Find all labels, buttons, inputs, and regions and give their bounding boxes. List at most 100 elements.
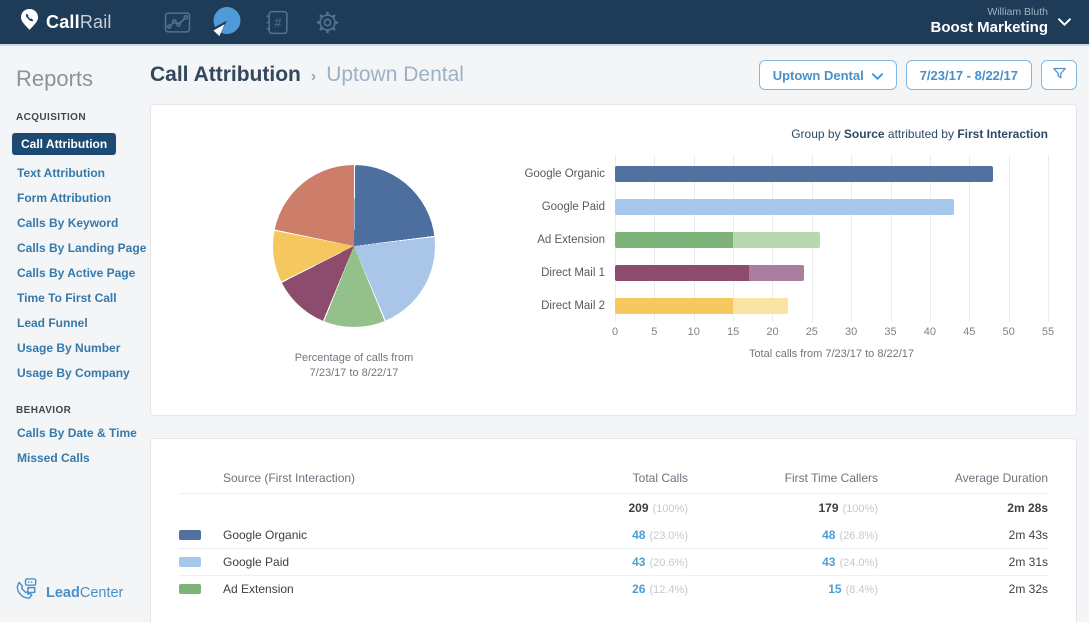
sidebar-item-text-attribution[interactable]: Text Attribution — [17, 166, 150, 180]
total-calls-link[interactable]: 48 — [632, 528, 645, 542]
x-axis-tick: 35 — [884, 326, 896, 338]
breadcrumb-separator: › — [311, 68, 316, 86]
col-header-source: Source (First Interaction) — [223, 471, 528, 485]
source-color-swatch — [179, 557, 201, 567]
bar-row-ad-extension[interactable] — [615, 223, 1048, 256]
bar-row-direct-mail-1[interactable] — [615, 256, 1048, 289]
toolbar: Uptown Dental 7/23/17 - 8/22/17 — [759, 60, 1077, 90]
bar-segment-first-time — [615, 265, 749, 281]
totals-total-calls: 209 — [629, 501, 649, 515]
sidebar-item-calls-by-active-page[interactable]: Calls By Active Page — [17, 266, 150, 280]
source-name: Google Organic — [223, 528, 528, 542]
table-row: Google Organic48(23.0%)48(26.8%)2m 43s — [179, 521, 1048, 548]
gridline — [1048, 155, 1049, 322]
bar-segment-additional — [733, 298, 788, 314]
sidebar-section-label: BEHAVIOR — [16, 405, 150, 416]
first-time-callers-link[interactable]: 15 — [828, 582, 841, 596]
callrail-pin-icon — [20, 8, 39, 36]
sidebar-item-time-to-first-call[interactable]: Time To First Call — [17, 291, 150, 305]
sidebar-item-form-attribution[interactable]: Form Attribution — [17, 191, 150, 205]
bar-row-google-organic[interactable] — [615, 157, 1048, 190]
leadcenter-phone-icon — [13, 577, 40, 608]
user-name: William Bluth — [930, 6, 1048, 19]
x-axis: 0510152025303540455055 — [615, 326, 1048, 342]
bar-caption: Total calls from 7/23/17 to 8/22/17 — [615, 348, 1048, 360]
sidebar-item-calls-by-date-time[interactable]: Calls By Date & Time — [17, 426, 150, 440]
first-time-callers-link[interactable]: 48 — [822, 528, 835, 542]
avg-duration: 2m 43s — [878, 528, 1048, 542]
col-header-first-time: First Time Callers — [688, 471, 878, 485]
totals-first-time: 179 — [819, 501, 839, 515]
bar-category-label: Google Organic — [513, 157, 605, 190]
x-axis-tick: 15 — [727, 326, 739, 338]
first-time-callers-link[interactable]: 43 — [822, 555, 835, 569]
bar-category-label: Google Paid — [513, 190, 605, 223]
table-header-row: Source (First Interaction) Total Calls F… — [179, 463, 1048, 493]
tracking-numbers-icon[interactable]: # — [260, 5, 294, 39]
pie-report-icon-active[interactable] — [210, 5, 244, 39]
source-color-swatch — [179, 584, 201, 594]
bar-segment-first-time — [615, 232, 733, 248]
sidebar-item-missed-calls[interactable]: Missed Calls — [17, 451, 150, 465]
sidebar-item-lead-funnel[interactable]: Lead Funnel — [17, 316, 150, 330]
attribution-chart-card: Group by Source attributed by First Inte… — [150, 104, 1077, 416]
source-bar-chart: Google OrganicGoogle PaidAd ExtensionDir… — [513, 157, 1048, 360]
bar-category-label: Direct Mail 2 — [513, 289, 605, 322]
date-range-button[interactable]: 7/23/17 - 8/22/17 — [906, 60, 1032, 90]
account-menu[interactable]: William Bluth Boost Marketing — [930, 6, 1071, 38]
chevron-down-icon — [872, 68, 883, 83]
x-axis-tick: 45 — [963, 326, 975, 338]
bar-category-label: Direct Mail 1 — [513, 256, 605, 289]
sidebar-item-calls-by-landing-page[interactable]: Calls By Landing Page — [17, 241, 150, 255]
filter-funnel-icon — [1051, 65, 1068, 85]
top-navigation-bar: CallRail — [0, 0, 1089, 46]
x-axis-tick: 40 — [924, 326, 936, 338]
x-axis-tick: 20 — [766, 326, 778, 338]
chevron-down-icon — [1058, 13, 1071, 31]
table-row: Google Paid43(20.6%)43(24.0%)2m 31s — [179, 548, 1048, 575]
source-color-swatch — [179, 530, 201, 540]
breadcrumb-report-name[interactable]: Call Attribution — [150, 63, 301, 87]
x-axis-tick: 30 — [845, 326, 857, 338]
bar-segment-additional — [749, 265, 804, 281]
x-axis-tick: 0 — [612, 326, 618, 338]
totals-avg-duration: 2m 28s — [878, 501, 1048, 515]
breadcrumb: Call Attribution › Uptown Dental — [150, 63, 464, 87]
settings-gear-icon[interactable] — [310, 5, 344, 39]
col-header-total-calls: Total Calls — [528, 471, 688, 485]
callrail-logo[interactable]: CallRail — [20, 8, 152, 36]
groupby-summary: Group by Source attributed by First Inte… — [151, 105, 1076, 141]
primary-nav: # — [160, 5, 344, 39]
sidebar-item-usage-by-company[interactable]: Usage By Company — [17, 366, 150, 380]
svg-text:#: # — [274, 16, 281, 30]
bar-segment-first-time — [615, 166, 993, 182]
source-name: Google Paid — [223, 555, 528, 569]
sidebar-item-calls-by-keyword[interactable]: Calls By Keyword — [17, 216, 150, 230]
avg-duration: 2m 31s — [878, 555, 1048, 569]
reports-sidebar: Reports ACQUISITION Call Attribution Text … — [0, 46, 150, 620]
x-axis-tick: 5 — [651, 326, 657, 338]
source-pie-chart[interactable] — [273, 165, 435, 327]
filter-button[interactable] — [1041, 60, 1077, 90]
sidebar-section-label: ACQUISITION — [16, 112, 150, 123]
main-content: Call Attribution › Uptown Dental Uptown … — [150, 46, 1089, 620]
x-axis-tick: 25 — [806, 326, 818, 338]
sidebar-title: Reports — [16, 66, 150, 92]
breadcrumb-company-name: Uptown Dental — [326, 63, 464, 87]
pie-caption: Percentage of calls from 7/23/17 to 8/22… — [195, 351, 513, 382]
bar-row-google-paid[interactable] — [615, 190, 1048, 223]
bar-plot-area[interactable] — [615, 157, 1048, 322]
bar-row-direct-mail-2[interactable] — [615, 289, 1048, 322]
total-calls-link[interactable]: 26 — [632, 582, 645, 596]
bar-segment-additional — [733, 232, 820, 248]
total-calls-link[interactable]: 43 — [632, 555, 645, 569]
bar-segment-first-time — [615, 199, 954, 215]
company-dropdown-button[interactable]: Uptown Dental — [759, 60, 897, 90]
source-name: Ad Extension — [223, 582, 528, 596]
sidebar-item-call-attribution[interactable]: Call Attribution — [12, 133, 116, 155]
trend-report-icon[interactable] — [160, 5, 194, 39]
avg-duration: 2m 32s — [878, 582, 1048, 596]
leadcenter-link[interactable]: LeadCenter — [13, 577, 123, 608]
sidebar-item-usage-by-number[interactable]: Usage By Number — [17, 341, 150, 355]
x-axis-tick: 10 — [688, 326, 700, 338]
